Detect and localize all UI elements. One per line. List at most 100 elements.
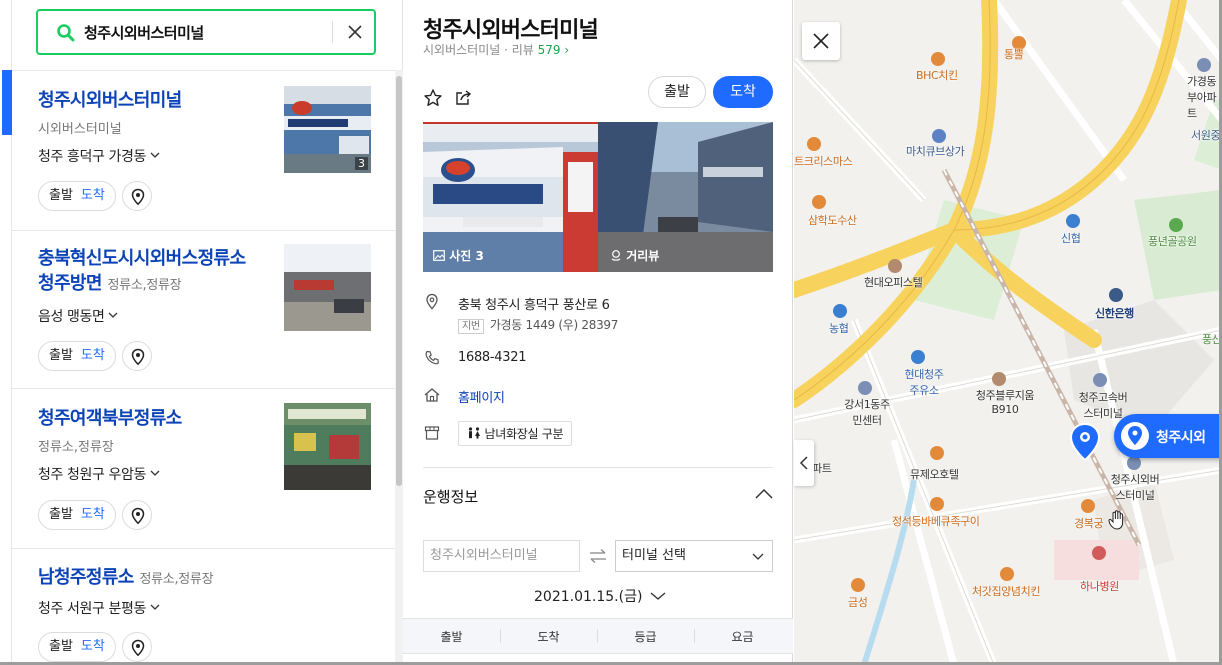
map-label[interactable]: 풍년골공원 [1148,233,1197,249]
building-marker[interactable] [932,129,946,143]
bank-marker[interactable] [1066,214,1080,228]
map-view[interactable]: 통뿔 BHC치킨 가경동부아파트 서원중 마치큐브상가 트크리스마스 삼학도수산… [794,0,1222,665]
arrive-link[interactable]: 도착 [81,348,105,363]
map-label[interactable]: 가경동부아파트 [1187,73,1222,121]
result-title-line2[interactable]: 청주방면 [38,273,102,294]
community-center-marker[interactable] [858,381,872,395]
route-pill[interactable]: 출발 도착 [38,181,116,211]
map-label[interactable]: 마치큐브상가 [906,143,965,159]
review-count-link[interactable]: 579 › [538,43,570,57]
result-title[interactable]: 청주시외버스터미널 [38,88,182,113]
list-item[interactable]: 청주시외버스터미널 시외버스터미널 청주 흥덕구 가경동 출발 도착 3 [12,71,395,231]
restaurant-marker[interactable] [1000,567,1014,581]
arrive-button[interactable]: 도착 [713,76,773,108]
result-title[interactable]: 청주여객북부정류소 [38,406,182,431]
hotel-marker[interactable] [930,446,944,460]
result-title-text[interactable]: 남청주정류소 [38,567,134,588]
map-label[interactable]: 청주시외버스터미널 [1106,471,1164,503]
park-marker[interactable] [1169,218,1183,232]
result-thumbnail[interactable] [284,403,371,490]
result-address[interactable]: 청주 흥덕구 가경동 [38,146,160,166]
result-address[interactable]: 청주 서원구 분평동 [38,598,160,618]
route-pill[interactable]: 출발 도착 [38,632,116,662]
map-label[interactable]: 삼학도수산 [808,212,857,228]
depart-link[interactable]: 출발 [49,639,73,654]
map-label[interactable]: 서원중 [1191,127,1221,143]
map-label[interactable]: 현대오피스텔 [864,274,923,290]
map-label[interactable]: 금성 [848,594,868,610]
chevron-up-icon[interactable] [755,488,773,500]
star-icon[interactable] [423,88,443,108]
list-item[interactable]: 충북혁신도시시외버스정류소 청주방면 정류소,정류장 음성 맹동면 출발 도착 [12,231,395,389]
search-input[interactable]: 청주시외버스터미널 [84,22,204,43]
map-label[interactable]: BHC치킨 [916,67,958,83]
restaurant-marker[interactable] [812,195,826,209]
restaurant-marker[interactable] [851,578,865,592]
share-icon[interactable] [453,88,473,108]
results-scrollbar[interactable] [395,70,403,665]
depart-link[interactable]: 출발 [49,348,73,363]
swap-icon[interactable] [588,548,608,564]
map-label[interactable]: 경복궁 [1074,515,1104,531]
restaurant-marker[interactable] [1081,499,1095,513]
bank-marker[interactable] [833,304,847,318]
restaurant-marker[interactable] [931,52,945,66]
depart-link[interactable]: 출발 [49,188,73,203]
arrive-link[interactable]: 도착 [81,188,105,203]
map-label[interactable]: 강서1동주민센터 [842,396,892,428]
section-title[interactable]: 운행정보 [423,486,478,507]
depart-button[interactable]: 출발 [648,76,706,108]
map-pin-button[interactable] [121,500,152,530]
map-label[interactable]: 청주고속버스터미널 [1074,389,1132,421]
route-from-input[interactable]: 청주시외버스터미널 [423,540,580,572]
streetview-thumb[interactable]: 거리뷰 [598,122,773,272]
map-label[interactable]: 트크리스마스 [794,153,853,169]
restaurant-marker[interactable] [807,137,821,151]
route-pill[interactable]: 출발 도착 [38,500,116,530]
result-title[interactable]: 남청주정류소 정류소,정류장 [38,565,214,592]
terminal-select[interactable]: 터미널 선택 [615,540,773,572]
arrive-link[interactable]: 도착 [81,639,105,654]
result-address[interactable]: 음성 맹동면 [38,306,118,326]
collapse-panel-button[interactable] [794,440,814,486]
depart-link[interactable]: 출발 [49,507,73,522]
selected-place-marker[interactable]: 청주시외 [1114,414,1222,458]
map-canvas[interactable] [794,0,1222,665]
map-pin-button[interactable] [121,341,152,371]
list-item[interactable]: 남청주정류소 정류소,정류장 청주 서원구 분평동 출발 도착 [12,549,395,665]
restaurant-marker[interactable] [930,497,944,511]
map-label[interactable]: 청주블루지움B910 [970,387,1040,416]
streetview-label[interactable]: 거리뷰 [610,247,659,264]
apartment-marker[interactable] [1197,58,1211,72]
map-label[interactable]: 농협 [829,320,849,336]
clear-search-icon[interactable] [344,21,366,43]
office-marker[interactable] [888,259,902,273]
map-label[interactable]: 파트 [812,460,832,476]
search-box[interactable]: 청주시외버스터미널 [36,9,376,55]
map-label[interactable]: 신협 [1061,230,1081,246]
result-address[interactable]: 청주 청원구 우암동 [38,464,160,484]
place-phone[interactable]: 1688-4321 [458,350,526,365]
bank-marker[interactable] [1109,288,1123,302]
terminal-marker[interactable] [1127,456,1141,470]
photo-count-label[interactable]: 사진 3 [433,247,484,264]
map-pin-button[interactable] [121,632,152,662]
map-label[interactable]: 현대청주주유소 [904,366,944,398]
map-label[interactable]: 정석등바베큐족구이 [892,513,980,529]
search-icon[interactable] [56,23,76,43]
building-marker[interactable] [992,372,1006,386]
close-detail-button[interactable] [802,22,840,60]
result-thumbnail[interactable] [284,244,371,331]
scrollbar-thumb[interactable] [396,76,402,486]
route-pill[interactable]: 출발 도착 [38,341,116,371]
terminal-marker[interactable] [1093,373,1107,387]
gas-station-marker[interactable] [911,350,925,364]
date-selector[interactable]: 2021.01.15.(금) [534,586,666,606]
map-pin-button[interactable] [121,181,152,211]
photo-gallery[interactable]: 사진 3 [423,122,598,272]
homepage-link[interactable]: 홈페이지 [458,387,505,406]
arrive-link[interactable]: 도착 [81,507,105,522]
map-label[interactable]: 뮤제오호텔 [910,466,959,482]
map-label[interactable]: 신한은행 [1095,305,1134,321]
map-label[interactable]: 처갓집양념치킨 [972,583,1040,599]
